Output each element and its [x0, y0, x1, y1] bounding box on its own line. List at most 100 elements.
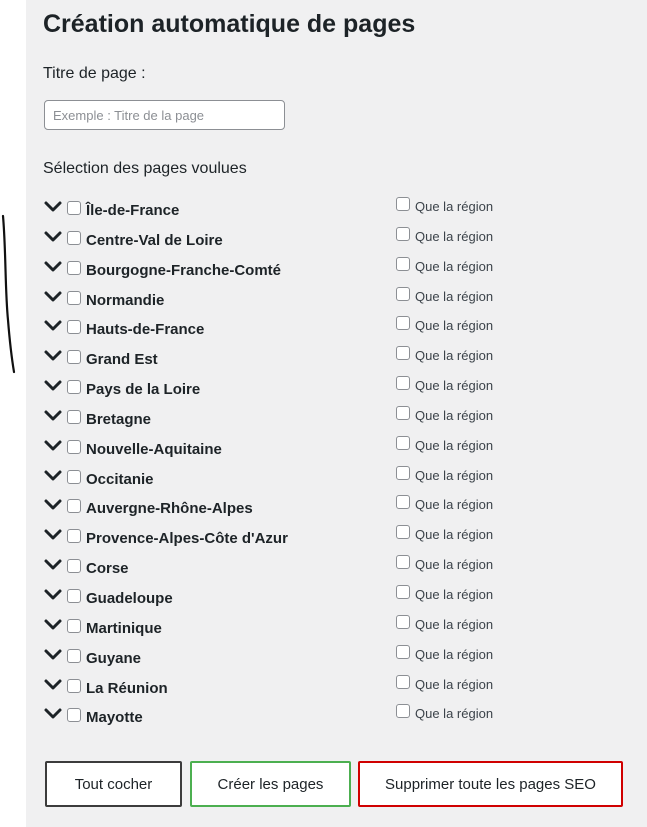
region-checkbox[interactable] [67, 678, 81, 693]
only-region-label: Que la région [415, 497, 494, 513]
only-region-label: Que la région [415, 646, 494, 662]
only-region-label: Que la région [415, 616, 494, 632]
only-region-label: Que la région [415, 586, 494, 602]
region-checkbox[interactable] [67, 409, 81, 424]
region-row-pays-de-la-loire: Pays de la Loire Que la région [43, 374, 513, 404]
region-checkbox[interactable] [67, 260, 81, 275]
region-list: Île-de-France Que la région Centre-Val d… [43, 195, 513, 732]
region-checkbox[interactable] [67, 708, 81, 723]
region-checkbox[interactable] [67, 230, 81, 245]
region-label: Bretagne [86, 410, 152, 428]
region-row-bretagne: Bretagne Que la région [43, 404, 513, 434]
chevron-down-icon[interactable] [43, 377, 63, 394]
only-region-checkbox[interactable] [396, 346, 410, 361]
only-region-label: Que la région [415, 557, 494, 573]
region-label: Pays de la Loire [86, 381, 201, 399]
region-label: Martinique [86, 619, 162, 637]
region-label: Guyane [86, 649, 142, 667]
only-region-checkbox[interactable] [396, 674, 410, 689]
chevron-down-icon[interactable] [43, 228, 63, 245]
only-region-label: Que la région [415, 228, 494, 244]
region-checkbox[interactable] [67, 559, 81, 574]
only-region-checkbox[interactable] [396, 495, 410, 510]
region-checkbox[interactable] [67, 648, 81, 663]
only-region-checkbox[interactable] [396, 316, 410, 331]
region-row-guyane: Guyane Que la région [43, 643, 513, 673]
page-title-field-label: Titre de page : [43, 65, 146, 82]
chevron-down-icon[interactable] [43, 258, 63, 275]
only-region-label: Que la région [415, 676, 494, 692]
chevron-down-icon[interactable] [43, 586, 63, 603]
region-row-corse: Corse Que la région [43, 553, 513, 583]
only-region-checkbox[interactable] [396, 704, 410, 719]
chevron-down-icon[interactable] [43, 407, 63, 424]
only-region-checkbox[interactable] [396, 286, 410, 301]
region-label: Nouvelle-Aquitaine [86, 440, 222, 458]
only-region-label: Que la région [415, 199, 494, 214]
region-checkbox[interactable] [67, 588, 81, 603]
only-region-checkbox[interactable] [396, 614, 410, 629]
region-label: Centre-Val de Loire [86, 231, 223, 249]
chevron-down-icon[interactable] [43, 705, 63, 722]
pen-annotation-mark [1, 214, 16, 374]
only-region-checkbox[interactable] [396, 435, 410, 450]
chevron-down-icon[interactable] [43, 676, 63, 693]
region-label: Normandie [86, 291, 165, 309]
region-checkbox[interactable] [67, 350, 81, 365]
only-region-label: Que la région [415, 348, 494, 364]
chevron-down-icon[interactable] [43, 496, 63, 513]
region-checkbox[interactable] [67, 320, 81, 335]
only-region-checkbox[interactable] [396, 555, 410, 570]
chevron-down-icon[interactable] [43, 317, 63, 334]
only-region-checkbox[interactable] [396, 644, 410, 659]
region-checkbox[interactable] [67, 380, 81, 395]
region-row-mayotte: Mayotte Que la région [43, 702, 513, 732]
only-region-checkbox[interactable] [396, 256, 410, 271]
region-checkbox[interactable] [67, 499, 81, 514]
check-all-button[interactable]: Tout cocher [45, 761, 182, 807]
chevron-down-icon[interactable] [43, 616, 63, 633]
only-region-checkbox[interactable] [396, 584, 410, 599]
region-row-centre-val-de-loire: Centre-Val de Loire Que la région [43, 225, 513, 255]
only-region-checkbox[interactable] [396, 226, 410, 241]
region-checkbox[interactable] [67, 439, 81, 454]
page-title: Création automatique de pages [43, 10, 416, 38]
region-row-grand-est: Grand Est Que la région [43, 344, 513, 374]
delete-seo-pages-button[interactable]: Supprimer toute les pages SEO [358, 761, 623, 807]
region-checkbox[interactable] [67, 618, 81, 633]
region-checkbox[interactable] [67, 529, 81, 544]
page-selection-label: Sélection des pages voulues [43, 160, 247, 177]
region-checkbox[interactable] [67, 201, 81, 215]
only-region-checkbox[interactable] [396, 525, 410, 540]
only-region-label: Que la région [415, 706, 494, 722]
chevron-down-icon[interactable] [43, 198, 63, 215]
region-checkbox[interactable] [67, 469, 81, 484]
chevron-down-icon[interactable] [43, 646, 63, 663]
region-row-nouvelle-aquitaine: Nouvelle-Aquitaine Que la région [43, 434, 513, 464]
only-region-label: Que la région [415, 407, 494, 423]
only-region-label: Que la région [415, 318, 494, 334]
chevron-down-icon[interactable] [43, 467, 63, 484]
chevron-down-icon[interactable] [43, 526, 63, 543]
page-title-input[interactable] [44, 100, 285, 130]
region-label: Guadeloupe [86, 589, 173, 607]
only-region-label: Que la région [415, 288, 494, 304]
region-row-ile-de-france: Île-de-France Que la région [43, 195, 513, 225]
create-pages-button[interactable]: Créer les pages [190, 761, 351, 807]
region-label: Corse [86, 560, 129, 578]
only-region-checkbox[interactable] [396, 376, 410, 391]
chevron-down-icon[interactable] [43, 556, 63, 573]
only-region-checkbox[interactable] [396, 465, 410, 480]
region-row-normandie: Normandie Que la région [43, 285, 513, 315]
chevron-down-icon[interactable] [43, 347, 63, 364]
only-region-checkbox[interactable] [396, 405, 410, 420]
region-checkbox[interactable] [67, 290, 81, 305]
only-region-checkbox[interactable] [396, 197, 410, 211]
region-row-occitanie: Occitanie Que la région [43, 464, 513, 494]
region-row-hauts-de-france: Hauts-de-France Que la région [43, 314, 513, 344]
only-region-label: Que la région [415, 437, 494, 453]
region-row-martinique: Martinique Que la région [43, 613, 513, 643]
only-region-label: Que la région [415, 527, 494, 543]
chevron-down-icon[interactable] [43, 437, 63, 454]
chevron-down-icon[interactable] [43, 288, 63, 305]
